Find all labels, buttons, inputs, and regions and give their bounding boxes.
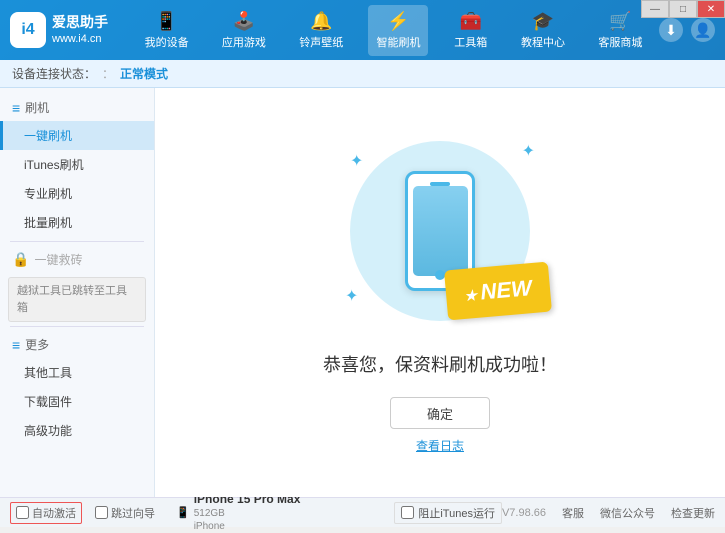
logo: i4 爱思助手 www.i4.cn xyxy=(10,12,108,48)
services-icon: 🛒 xyxy=(609,11,631,32)
guide-checkbox[interactable]: 跳过向导 xyxy=(90,503,160,523)
version-label: V7.98.66 xyxy=(502,507,546,519)
nav-item-smart-flash[interactable]: ⚡ 智能刷机 xyxy=(368,5,428,56)
phone-notch xyxy=(430,182,450,186)
sidebar-section-flash: ≡ 刷机 一键刷机 iTunes刷机 专业刷机 批量刷机 xyxy=(0,94,154,237)
header: i4 爱思助手 www.i4.cn 📱 我的设备 🕹️ 应用游戏 🔔 铃声壁纸 … xyxy=(0,0,725,60)
sidebar-item-pro-flash[interactable]: 专业刷机 xyxy=(0,179,154,208)
sidebar-section-more-header[interactable]: ≡ 更多 xyxy=(0,331,154,358)
phone-screen xyxy=(413,186,468,276)
minimize-button[interactable]: — xyxy=(641,0,669,18)
nav-item-my-device[interactable]: 📱 我的设备 xyxy=(137,5,197,56)
rescue-section-icon: 🔒 xyxy=(12,251,29,268)
sidebar-divider-1 xyxy=(10,241,144,242)
content: ✦ ✦ ✦ NEW 恭喜您，保资料刷机成功啦！ 确定 查看日志 xyxy=(155,88,725,497)
block-itunes-label: 阻止iTunes运行 xyxy=(418,505,495,521)
confirm-button[interactable]: 确定 xyxy=(390,397,490,429)
brand-name: 爱思助手 xyxy=(52,13,108,33)
logo-code: i4 xyxy=(21,21,34,39)
ringtones-label: 铃声壁纸 xyxy=(299,34,343,50)
guide-label: 跳过向导 xyxy=(111,505,155,521)
auto-activate-input[interactable] xyxy=(16,506,29,519)
smart-flash-label: 智能刷机 xyxy=(376,34,420,50)
tutorial-icon: 🎓 xyxy=(532,11,554,32)
sidebar-item-one-key-flash[interactable]: 一键刷机 xyxy=(0,121,154,150)
view-log-link[interactable]: 查看日志 xyxy=(416,437,464,454)
apps-games-icon: 🕹️ xyxy=(233,11,255,32)
sidebar-item-other-tools[interactable]: 其他工具 xyxy=(0,358,154,387)
toolbox-icon: 🧰 xyxy=(460,11,482,32)
toolbox-label: 工具箱 xyxy=(454,34,487,50)
sidebar-section-rescue: 🔒 一键救砖 越狱工具已跳转至工具箱 xyxy=(0,246,154,322)
status-separator: ： xyxy=(102,65,114,82)
ringtones-icon: 🔔 xyxy=(310,11,332,32)
sidebar-divider-2 xyxy=(10,326,144,327)
device-storage: 512GB xyxy=(194,507,301,520)
logo-url: www.i4.cn xyxy=(52,32,108,47)
device-phone-icon: 📱 xyxy=(176,506,190,519)
customer-service-link[interactable]: 客服 xyxy=(562,505,584,521)
flash-section-icon: ≡ xyxy=(12,100,20,116)
block-itunes-input[interactable] xyxy=(401,506,414,519)
nav-item-toolbox[interactable]: 🧰 工具箱 xyxy=(446,5,496,56)
sidebar-item-batch-flash[interactable]: 批量刷机 xyxy=(0,208,154,237)
sidebar-item-download-firmware[interactable]: 下载固件 xyxy=(0,387,154,416)
more-section-icon: ≡ xyxy=(12,337,20,353)
rescue-notice: 越狱工具已跳转至工具箱 xyxy=(8,277,146,322)
sidebar-section-flash-header[interactable]: ≡ 刷机 xyxy=(0,94,154,121)
sidebar-item-advanced[interactable]: 高级功能 xyxy=(0,416,154,445)
tutorial-label: 教程中心 xyxy=(521,34,565,50)
nav-item-tutorial[interactable]: 🎓 教程中心 xyxy=(513,5,573,56)
main: ≡ 刷机 一键刷机 iTunes刷机 专业刷机 批量刷机 🔒 一键救砖 越狱工具… xyxy=(0,88,725,497)
close-button[interactable]: ✕ xyxy=(697,0,725,18)
my-device-label: 我的设备 xyxy=(145,34,189,50)
sidebar-section-more: ≡ 更多 其他工具 下载固件 高级功能 xyxy=(0,331,154,445)
sidebar: ≡ 刷机 一键刷机 iTunes刷机 专业刷机 批量刷机 🔒 一键救砖 越狱工具… xyxy=(0,88,155,497)
apps-games-label: 应用游戏 xyxy=(222,34,266,50)
header-right: ⬇ 👤 xyxy=(659,18,715,42)
sparkle-top-right-icon: ✦ xyxy=(522,141,535,161)
flash-section-label: 刷机 xyxy=(25,99,49,116)
rescue-section-label: 一键救砖 xyxy=(34,251,82,268)
status-value: 正常模式 xyxy=(120,65,168,82)
sparkle-top-left-icon: ✦ xyxy=(350,151,363,171)
download-button[interactable]: ⬇ xyxy=(659,18,683,42)
guide-input[interactable] xyxy=(95,506,108,519)
sparkle-bottom-left-icon: ✦ xyxy=(345,286,358,306)
logo-text: 爱思助手 www.i4.cn xyxy=(52,13,108,48)
footer: 自动激活 跳过向导 📱 iPhone 15 Pro Max 512GB iPho… xyxy=(0,497,725,527)
sidebar-item-itunes-flash[interactable]: iTunes刷机 xyxy=(0,150,154,179)
nav-item-ringtones[interactable]: 🔔 铃声壁纸 xyxy=(291,5,351,56)
sidebar-section-rescue-header: 🔒 一键救砖 xyxy=(0,246,154,273)
nav: 📱 我的设备 🕹️ 应用游戏 🔔 铃声壁纸 ⚡ 智能刷机 🧰 工具箱 🎓 教程中… xyxy=(128,5,659,56)
user-button[interactable]: 👤 xyxy=(691,18,715,42)
status-prefix: 设备连接状态： xyxy=(12,65,96,82)
nav-item-apps-games[interactable]: 🕹️ 应用游戏 xyxy=(214,5,274,56)
maximize-button[interactable]: □ xyxy=(669,0,697,18)
wechat-link[interactable]: 微信公众号 xyxy=(600,505,655,521)
auto-activate-checkbox[interactable]: 自动激活 xyxy=(10,502,82,524)
more-section-label: 更多 xyxy=(25,336,49,353)
services-label: 客服商城 xyxy=(598,34,642,50)
success-text: 恭喜您，保资料刷机成功啦！ xyxy=(323,351,557,377)
smart-flash-icon: ⚡ xyxy=(387,11,409,32)
logo-icon: i4 xyxy=(10,12,46,48)
block-itunes-checkbox[interactable]: 阻止iTunes运行 xyxy=(394,502,502,524)
my-device-icon: 📱 xyxy=(155,11,177,32)
new-badge: NEW xyxy=(444,262,552,321)
footer-right: V7.98.66 客服 微信公众号 检查更新 xyxy=(502,505,715,521)
check-update-link[interactable]: 检查更新 xyxy=(671,505,715,521)
subheader: 设备连接状态： ： 正常模式 xyxy=(0,60,725,88)
phone-illustration: ✦ ✦ ✦ NEW xyxy=(340,131,540,331)
auto-activate-label: 自动激活 xyxy=(32,505,76,521)
